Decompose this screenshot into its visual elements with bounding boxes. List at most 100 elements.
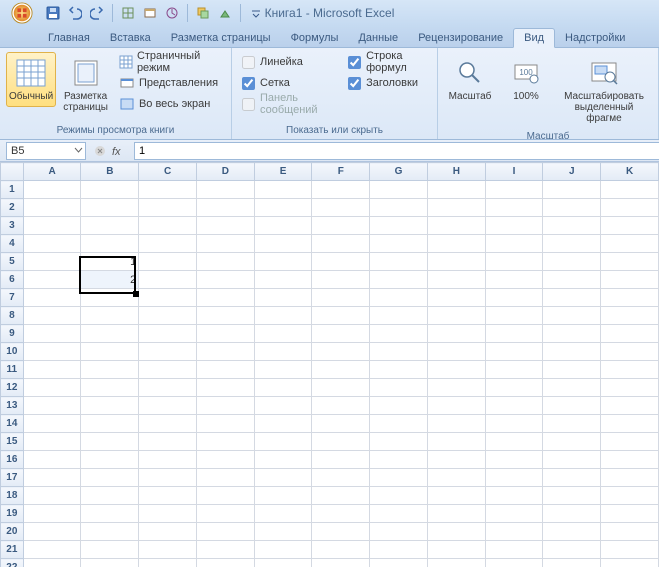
cell[interactable] [543,559,601,567]
cell[interactable] [485,343,543,361]
fx-icon[interactable]: fx [112,143,128,159]
cell[interactable] [81,469,139,487]
cell[interactable] [485,541,543,559]
cell[interactable] [23,325,81,343]
cell[interactable] [254,361,312,379]
message-bar-checkbox[interactable]: Панель сообщений [238,94,340,114]
gridlines-checkbox[interactable]: Сетка [238,73,340,93]
cell[interactable] [312,379,370,397]
cell[interactable] [485,325,543,343]
name-box[interactable]: B5 [6,142,86,160]
cell[interactable] [485,271,543,289]
cell[interactable] [196,271,254,289]
cell[interactable] [139,361,197,379]
tab-view[interactable]: Вид [513,28,555,48]
cell[interactable] [81,199,139,217]
cell[interactable] [370,415,428,433]
cell[interactable] [139,343,197,361]
cell[interactable] [427,505,485,523]
cell[interactable] [312,433,370,451]
cell[interactable] [139,487,197,505]
cell[interactable] [254,325,312,343]
row-header[interactable]: 18 [1,487,24,505]
cell[interactable] [196,469,254,487]
cell[interactable] [601,379,659,397]
cell[interactable] [196,415,254,433]
cell[interactable] [81,217,139,235]
cell[interactable] [543,523,601,541]
cell[interactable] [427,361,485,379]
cell[interactable] [543,379,601,397]
cell[interactable] [370,559,428,567]
cell[interactable] [543,235,601,253]
cell[interactable] [196,379,254,397]
cell[interactable] [81,235,139,253]
spreadsheet-grid[interactable]: ABCDEFGHIJK12345162789101112131415161718… [0,162,659,567]
cell[interactable] [427,559,485,567]
cell[interactable] [254,199,312,217]
cell[interactable] [139,559,197,567]
cell[interactable] [23,487,81,505]
name-box-dropdown-icon[interactable] [74,146,83,155]
row-header[interactable]: 8 [1,307,24,325]
cell[interactable] [427,469,485,487]
column-header[interactable]: K [601,163,659,181]
cell[interactable] [485,379,543,397]
cell[interactable] [427,451,485,469]
cell[interactable] [485,433,543,451]
cell[interactable] [601,235,659,253]
cell[interactable] [485,217,543,235]
cell[interactable] [254,505,312,523]
cell[interactable] [254,217,312,235]
cell[interactable] [427,325,485,343]
cell[interactable] [139,181,197,199]
cell[interactable] [23,559,81,567]
cell[interactable] [543,307,601,325]
cell[interactable] [601,199,659,217]
cell[interactable] [139,541,197,559]
cell[interactable] [254,343,312,361]
row-header[interactable]: 7 [1,289,24,307]
row-header[interactable]: 2 [1,199,24,217]
cell[interactable] [254,433,312,451]
cell[interactable] [370,217,428,235]
save-icon[interactable] [44,4,62,22]
cell[interactable] [427,199,485,217]
cell[interactable] [254,559,312,567]
cell[interactable] [370,253,428,271]
cell[interactable] [23,181,81,199]
cell[interactable] [139,397,197,415]
cell[interactable] [485,181,543,199]
row-header[interactable]: 3 [1,217,24,235]
row-header[interactable]: 17 [1,469,24,487]
page-layout-button[interactable]: Разметка страницы [60,52,111,118]
cell[interactable] [601,289,659,307]
cell[interactable] [254,271,312,289]
cell[interactable] [370,505,428,523]
cell[interactable] [601,397,659,415]
cell[interactable] [427,307,485,325]
cell[interactable] [196,451,254,469]
cell[interactable] [601,271,659,289]
tab-formulas[interactable]: Формулы [281,29,349,47]
tab-home[interactable]: Главная [38,29,100,47]
cell[interactable] [196,559,254,567]
cell[interactable] [312,469,370,487]
cell[interactable] [23,415,81,433]
cell[interactable] [543,397,601,415]
cell[interactable] [312,523,370,541]
cell[interactable] [543,217,601,235]
cell[interactable] [196,541,254,559]
cell[interactable] [23,541,81,559]
cell[interactable] [139,289,197,307]
cell[interactable] [254,253,312,271]
cell[interactable] [254,397,312,415]
cell[interactable] [601,361,659,379]
cell[interactable] [139,505,197,523]
qat-icon-3[interactable] [163,4,181,22]
tab-page-layout[interactable]: Разметка страницы [161,29,281,47]
cell[interactable] [601,253,659,271]
cell[interactable] [370,397,428,415]
headings-checkbox[interactable]: Заголовки [344,73,431,93]
cell[interactable] [312,505,370,523]
